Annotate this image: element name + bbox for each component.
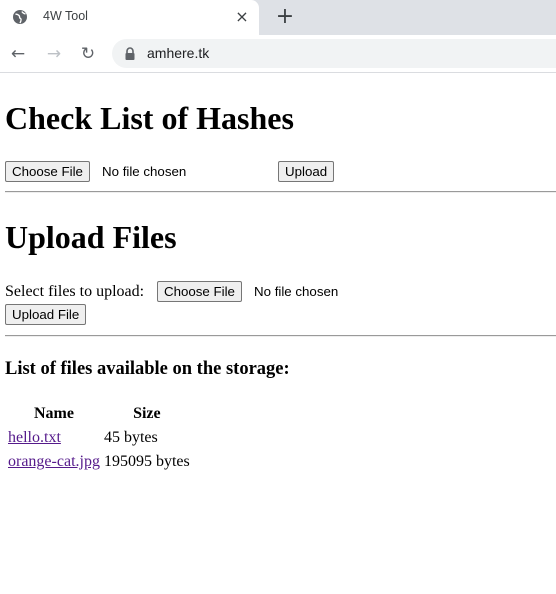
file-link[interactable]: orange-cat.jpg <box>8 453 100 470</box>
table-row: hello.txt 45 bytes <box>7 427 191 449</box>
file-link[interactable]: hello.txt <box>8 429 61 446</box>
files-table: Name Size hello.txt 45 bytes orange-cat.… <box>5 401 193 475</box>
storage-list-heading: List of files available on the storage: <box>5 359 290 379</box>
column-header-size: Size <box>133 405 161 422</box>
file-name-cell: hello.txt <box>7 427 101 449</box>
select-files-label: Select files to upload: <box>5 283 145 300</box>
globe-icon <box>13 10 27 24</box>
back-arrow-icon[interactable]: ← <box>7 43 29 65</box>
upload-section-title: Upload Files <box>5 219 177 255</box>
upload-file-status: No file chosen <box>254 284 339 299</box>
new-tab-icon[interactable]: + <box>272 4 298 30</box>
forward-arrow-icon[interactable]: → <box>43 43 65 65</box>
file-name-cell: orange-cat.jpg <box>7 451 101 473</box>
tab-title: 4W Tool <box>43 9 88 23</box>
tab-strip: 4W Tool × + <box>0 0 556 35</box>
address-bar[interactable]: amhere.tk <box>112 39 556 68</box>
browser-toolbar: ← → ↻ amhere.tk <box>0 35 556 73</box>
browser-tab[interactable]: 4W Tool × <box>0 0 259 35</box>
file-size-cell: 45 bytes <box>103 429 158 446</box>
table-header-row: Name Size <box>7 403 191 425</box>
url-text[interactable]: amhere.tk <box>147 45 209 61</box>
column-header-name: Name <box>33 405 74 422</box>
hash-upload-button[interactable]: Upload <box>278 161 335 182</box>
upload-file-button[interactable]: Upload File <box>5 304 87 325</box>
reload-icon[interactable]: ↻ <box>77 43 99 65</box>
section-divider <box>5 191 556 193</box>
section-divider <box>5 335 556 337</box>
file-size-cell: 195095 bytes <box>103 453 190 470</box>
hash-section-title: Check List of Hashes <box>5 100 294 136</box>
close-icon[interactable]: × <box>233 8 251 26</box>
hash-choose-file-button[interactable]: Choose File <box>5 161 90 182</box>
upload-choose-file-button[interactable]: Choose File <box>157 281 242 302</box>
hash-file-status: No file chosen <box>102 164 187 179</box>
table-row: orange-cat.jpg 195095 bytes <box>7 451 191 473</box>
lock-icon[interactable] <box>124 47 136 60</box>
